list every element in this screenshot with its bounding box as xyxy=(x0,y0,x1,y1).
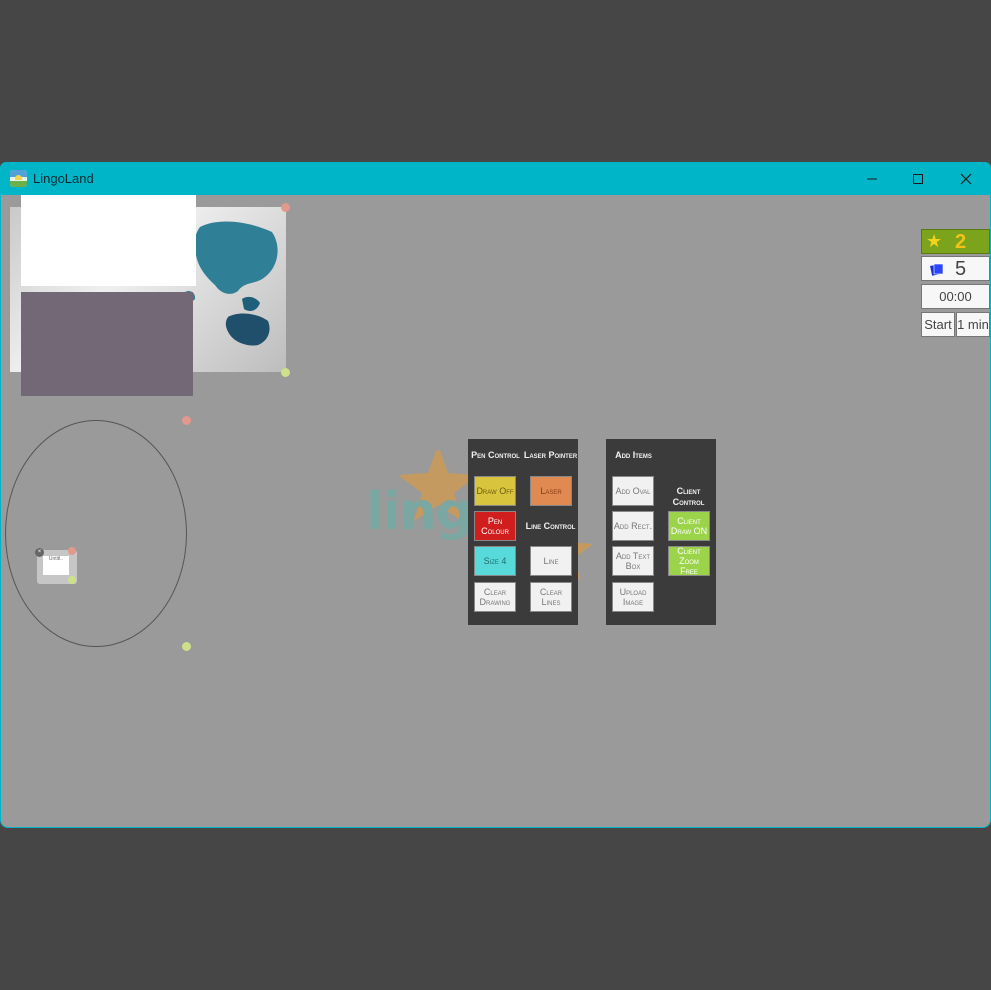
add-text-box-button[interactable]: Add Text Box xyxy=(612,546,654,576)
window-title: LingoLand xyxy=(33,171,94,186)
pen-size-button[interactable]: Size 4 xyxy=(474,546,516,576)
minimize-icon xyxy=(867,178,877,180)
maximize-icon xyxy=(913,174,923,184)
add-items-header: Add Items xyxy=(615,450,652,460)
resize-handle-top[interactable] xyxy=(281,203,290,212)
laser-button[interactable]: Laser xyxy=(530,476,572,506)
add-rect-button[interactable]: Add Rect. xyxy=(612,511,654,541)
client-draw-button[interactable]: Client Draw ON xyxy=(668,511,710,541)
line-button[interactable]: Line xyxy=(530,546,572,576)
mini-handle-bottom[interactable] xyxy=(68,576,76,584)
clear-lines-button[interactable]: Clear Lines xyxy=(530,582,572,612)
client-control-header: Client Control xyxy=(672,486,705,507)
card-count: 5 xyxy=(955,258,967,280)
line-control-header: Line Control xyxy=(525,521,576,531)
close-button[interactable] xyxy=(943,163,989,195)
draw-toggle-button[interactable]: Draw Off xyxy=(474,476,516,506)
app-window: LingoLand × Untitl.. lingo Pen Control L… xyxy=(0,162,991,828)
text-box-item[interactable] xyxy=(21,195,196,286)
lingoland-app-icon xyxy=(10,170,27,187)
items-client-panel: Add Items Add Oval Client Control Add Re… xyxy=(606,439,716,625)
rectangle-item[interactable] xyxy=(21,292,193,396)
pen-laser-line-panel: Pen Control Laser Pointer Draw Off Laser… xyxy=(468,439,578,625)
timer-display: 00:00 xyxy=(921,284,990,309)
timer-start-button[interactable]: Start xyxy=(921,312,955,337)
oval-handle-bottom[interactable] xyxy=(182,642,191,651)
add-oval-button[interactable]: Add Oval xyxy=(612,476,654,506)
mini-card-text: Untitl.. xyxy=(43,556,69,575)
oval-handle-top[interactable] xyxy=(182,416,191,425)
title-bar[interactable]: LingoLand xyxy=(1,163,990,195)
client-zoom-button[interactable]: Client Zoom Free xyxy=(668,546,710,576)
maximize-button[interactable] xyxy=(895,163,941,195)
close-icon xyxy=(960,173,972,185)
minimize-button[interactable] xyxy=(849,163,895,195)
timer-duration-select[interactable]: 1 min xyxy=(956,312,990,337)
mini-handle-top[interactable] xyxy=(68,547,76,555)
oval-item[interactable] xyxy=(5,420,187,647)
resize-handle-bottom[interactable] xyxy=(281,368,290,377)
star-score[interactable]: ★ 2 xyxy=(921,229,990,254)
pen-colour-button[interactable]: Pen Colour xyxy=(474,511,516,541)
laser-pointer-header: Laser Pointer xyxy=(523,450,578,460)
clear-drawing-button[interactable]: Clear Drawing xyxy=(474,582,516,612)
cards-icon xyxy=(930,263,944,276)
card-score[interactable]: 5 xyxy=(921,256,990,281)
pen-control-header: Pen Control xyxy=(471,450,520,460)
star-count: 2 xyxy=(955,231,967,253)
star-icon: ★ xyxy=(926,231,943,251)
whiteboard-canvas[interactable]: × Untitl.. lingo Pen Control Laser Point… xyxy=(1,195,990,827)
upload-image-button[interactable]: Upload Image xyxy=(612,582,654,612)
mini-text-card[interactable]: × Untitl.. xyxy=(35,547,77,584)
